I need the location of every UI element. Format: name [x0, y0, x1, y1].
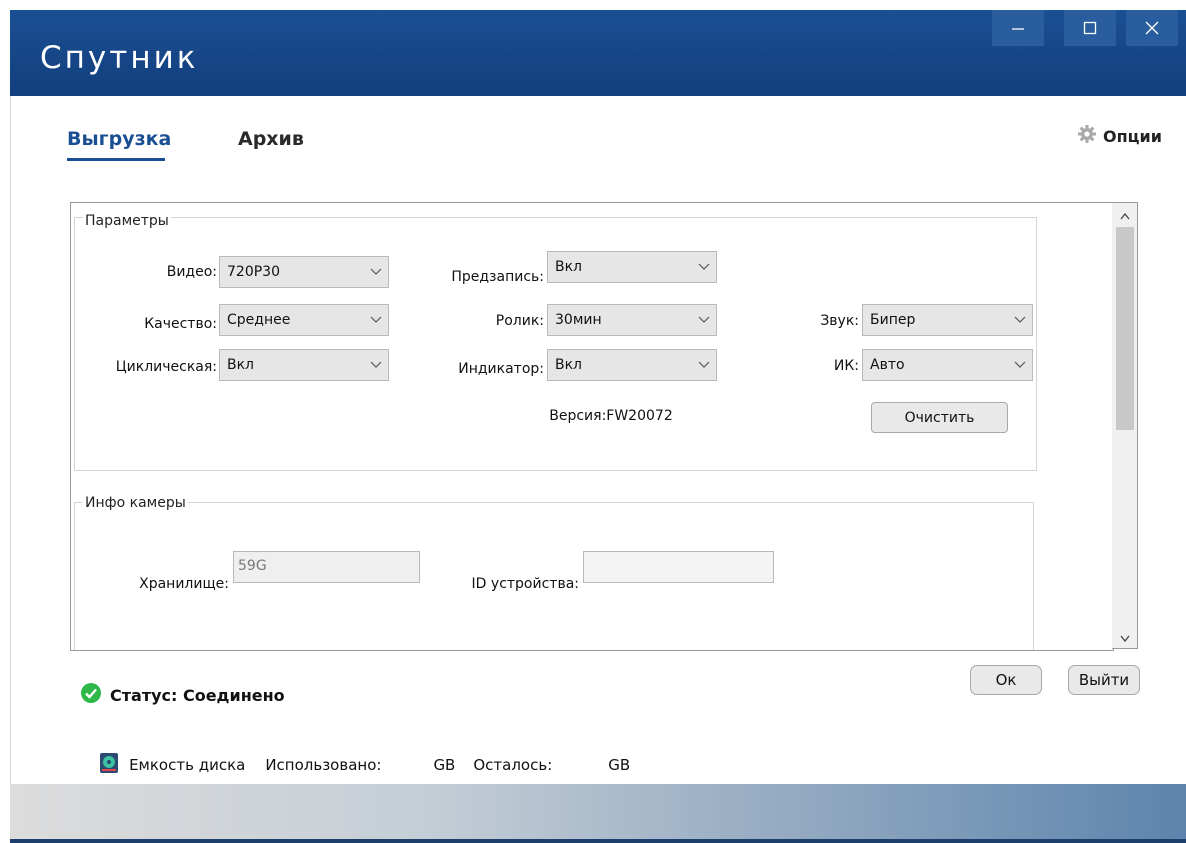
window-top-edge: [10, 0, 1186, 10]
sound-value: Бипер: [870, 312, 916, 328]
settings-scroll-panel: Параметры Видео: 720P30 Предзапись: Вкл …: [70, 202, 1114, 651]
video-select[interactable]: 720P30: [219, 256, 389, 288]
chevron-down-icon: [1008, 316, 1032, 324]
prerecord-label: Предзапись:: [451, 269, 544, 285]
storage-field: 59G: [233, 551, 420, 583]
ok-button[interactable]: Ок: [970, 665, 1042, 695]
status-text: Статус: Соединено: [110, 685, 285, 705]
clip-label: Ролик:: [495, 313, 544, 329]
clip-value: 30мин: [555, 312, 602, 328]
disk-capacity-label: Емкость диска: [129, 756, 246, 774]
window-edge: [0, 0, 11, 843]
footer-band: [10, 784, 1186, 839]
indicator-value: Вкл: [555, 357, 583, 373]
close-icon: [1145, 21, 1159, 35]
clear-button[interactable]: Очистить: [871, 402, 1008, 433]
prerecord-select[interactable]: Вкл: [547, 251, 717, 283]
app-title: Спутник: [40, 40, 199, 76]
device-id-field: [583, 551, 774, 583]
chevron-down-icon: [364, 361, 388, 369]
gear-icon: [1077, 124, 1097, 148]
close-button[interactable]: [1126, 10, 1178, 46]
disk-left-label: Осталось:: [473, 756, 553, 774]
check-circle-icon: [80, 682, 102, 708]
quality-select[interactable]: Среднее: [219, 304, 389, 336]
indicator-label: Индикатор:: [458, 361, 544, 377]
cyclic-select[interactable]: Вкл: [219, 349, 389, 381]
chevron-down-icon: [1008, 361, 1032, 369]
video-value: 720P30: [227, 264, 280, 280]
footer-line: [10, 839, 1186, 843]
cyclic-label: Циклическая:: [115, 359, 217, 375]
chevron-down-icon: [692, 316, 716, 324]
connection-status: Статус: Соединено: [80, 682, 285, 708]
disk-used-unit: GB: [433, 756, 456, 774]
scroll-down-arrow-icon[interactable]: [1112, 627, 1137, 649]
chevron-down-icon: [364, 316, 388, 324]
options-button[interactable]: Опции: [1077, 124, 1162, 148]
device-id-label: ID устройства:: [471, 576, 579, 592]
scrollbar-thumb[interactable]: [1116, 227, 1134, 430]
video-label: Видео:: [166, 264, 217, 280]
maximize-button[interactable]: [1064, 10, 1116, 46]
active-tab-underline: [67, 158, 165, 161]
minimize-button[interactable]: [992, 10, 1044, 46]
ir-label: ИК:: [833, 358, 859, 374]
parameters-group-title: Параметры: [83, 213, 171, 229]
quality-value: Среднее: [227, 312, 291, 328]
options-label: Опции: [1103, 126, 1162, 146]
ir-value: Авто: [870, 357, 905, 373]
disk-used-label: Использовано:: [265, 756, 382, 774]
scroll-up-arrow-icon[interactable]: [1112, 205, 1137, 227]
sound-label: Звук:: [820, 313, 859, 329]
clip-select[interactable]: 30мин: [547, 304, 717, 336]
tab-upload[interactable]: Выгрузка: [67, 128, 171, 150]
chevron-down-icon: [692, 263, 716, 271]
storage-label: Хранилище:: [139, 576, 229, 592]
firmware-version: Версия:FW20072: [549, 408, 673, 424]
title-bar: Спутник: [10, 10, 1186, 96]
ir-select[interactable]: Авто: [862, 349, 1033, 381]
chevron-down-icon: [364, 268, 388, 276]
sound-select[interactable]: Бипер: [862, 304, 1033, 336]
exit-button[interactable]: Выйти: [1068, 665, 1140, 695]
cyclic-value: Вкл: [227, 357, 255, 373]
chevron-down-icon: [692, 361, 716, 369]
minimize-icon: [1011, 21, 1025, 35]
quality-label: Качество:: [144, 316, 217, 332]
disk-left-unit: GB: [608, 756, 631, 774]
maximize-icon: [1083, 21, 1097, 35]
vertical-scrollbar[interactable]: [1112, 202, 1138, 649]
prerecord-value: Вкл: [555, 259, 583, 275]
indicator-select[interactable]: Вкл: [547, 349, 717, 381]
camera-info-group-title: Инфо камеры: [83, 495, 188, 511]
tab-archive[interactable]: Архив: [238, 128, 304, 150]
